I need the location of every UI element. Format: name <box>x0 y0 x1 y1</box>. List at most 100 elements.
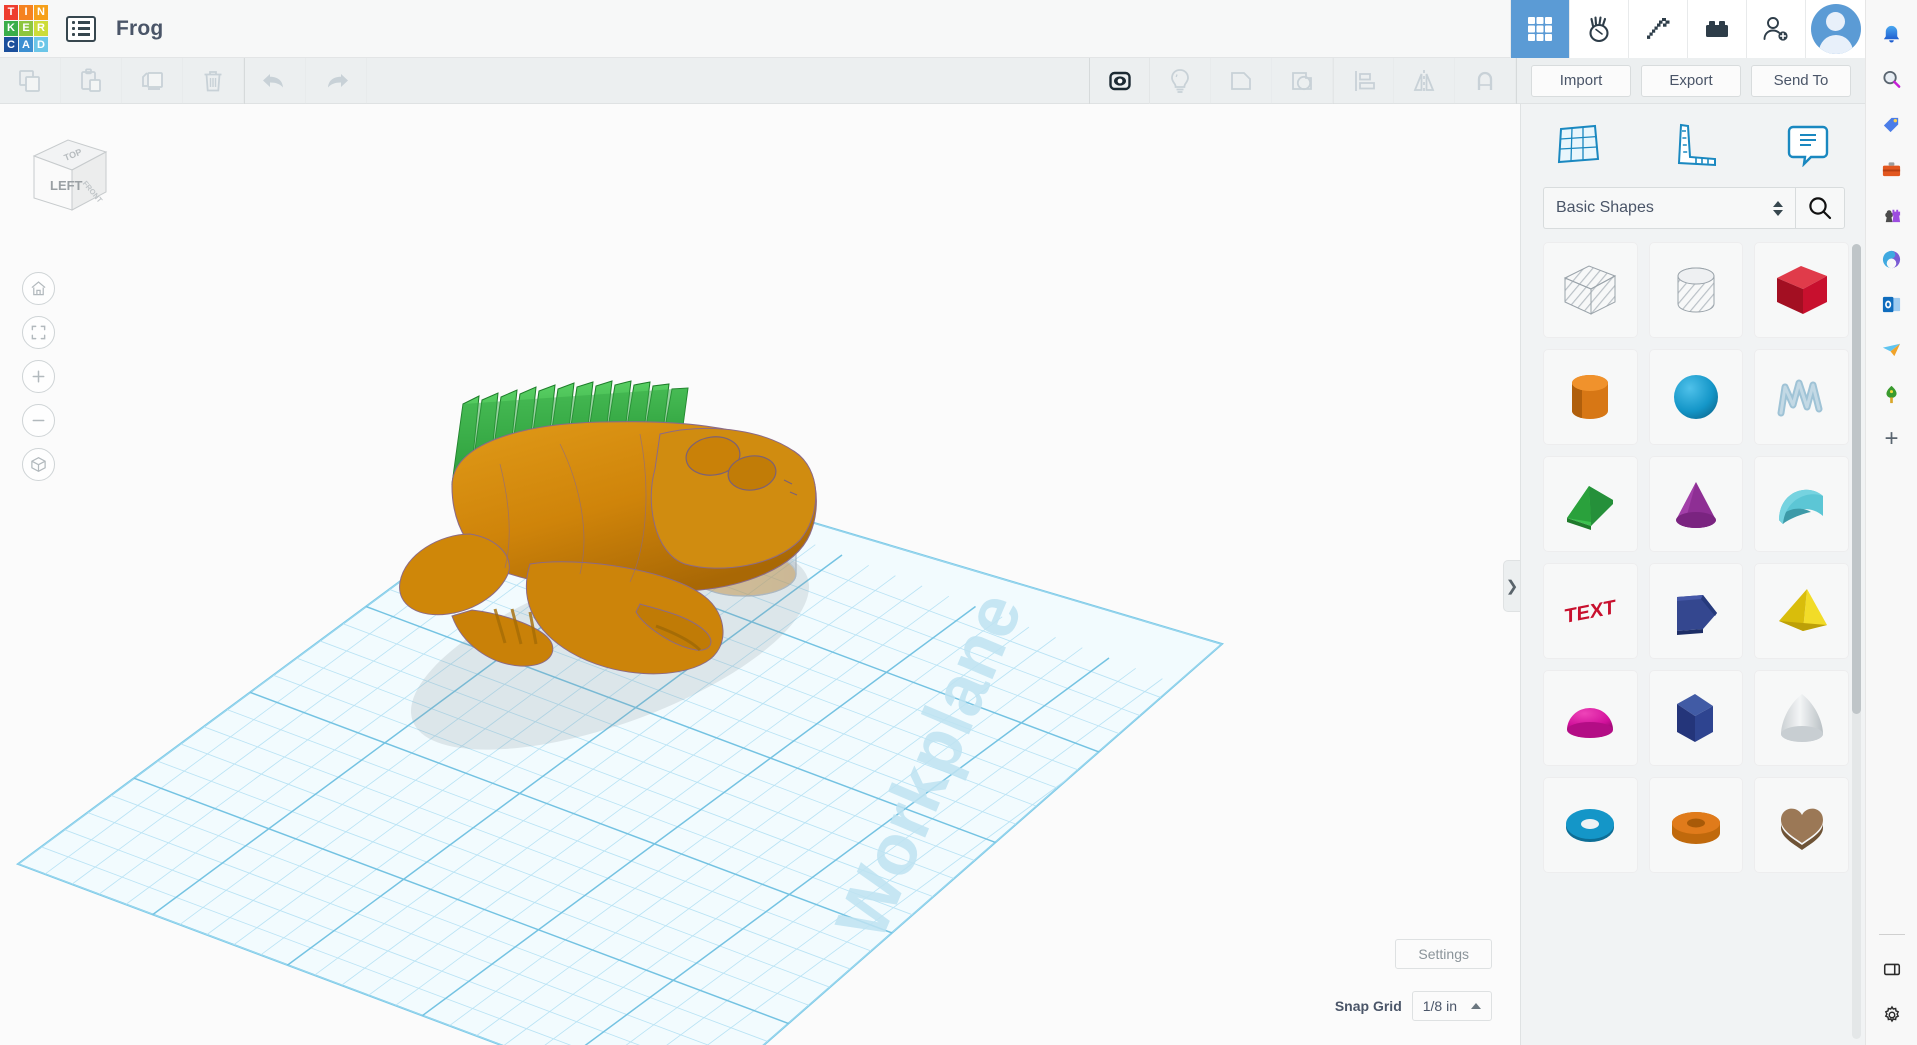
user-avatar[interactable] <box>1805 0 1865 58</box>
shape-scribble[interactable] <box>1754 349 1849 445</box>
3d-viewport[interactable]: Workplane LEFT TOP FRONT Settings Snap G… <box>0 104 1520 1045</box>
shapes-panel: Basic Shapes TEXT <box>1520 104 1865 1045</box>
logo-tile-6: C <box>4 37 18 53</box>
visibility-eye-icon[interactable] <box>1089 57 1150 104</box>
settings-button[interactable]: Settings <box>1395 939 1492 969</box>
tab-shapes-workplane[interactable] <box>1521 104 1636 182</box>
lego-brick-icon[interactable] <box>1687 0 1746 58</box>
logo-tile-7: A <box>19 37 33 53</box>
shape-paraboloid[interactable] <box>1754 670 1849 766</box>
document-title[interactable]: Frog <box>116 17 163 41</box>
tinkercad-logo[interactable]: T I N K E R C A D <box>4 4 48 53</box>
shape-sphere[interactable] <box>1648 349 1744 445</box>
export-button[interactable]: Export <box>1641 64 1741 97</box>
shape-box[interactable] <box>1754 242 1849 338</box>
home-view-button[interactable] <box>22 272 55 305</box>
split-panel-icon[interactable] <box>1872 949 1912 989</box>
ungroup-shapes-icon[interactable] <box>1272 57 1333 104</box>
avatar-image <box>1810 3 1861 54</box>
briefcase-toolbox-icon[interactable] <box>1872 149 1912 189</box>
rail-divider <box>1879 934 1905 935</box>
caret-up-icon <box>1471 1003 1481 1009</box>
edit-toolbar: Import Export Send To <box>0 57 1865 104</box>
zoom-out-button[interactable] <box>22 404 55 437</box>
view-nav-buttons <box>22 272 55 481</box>
view-cube[interactable]: LEFT TOP FRONT <box>18 122 118 222</box>
duplicate-icon[interactable] <box>122 57 183 104</box>
shapes-scrollbar-thumb[interactable] <box>1852 244 1861 714</box>
shape-half-sphere[interactable] <box>1543 670 1638 766</box>
import-button[interactable]: Import <box>1531 64 1631 97</box>
tab-notes[interactable] <box>1750 104 1865 182</box>
add-person-icon[interactable] <box>1746 0 1805 58</box>
microsoft-365-icon[interactable] <box>1872 239 1912 279</box>
rail-bottom-group <box>1866 934 1917 1035</box>
settings-gear-icon[interactable] <box>1872 995 1912 1035</box>
magnet-snap-icon[interactable] <box>1455 57 1516 104</box>
shape-category-row: Basic Shapes <box>1521 182 1865 234</box>
logo-tile-0: T <box>4 4 18 20</box>
shape-search-button[interactable] <box>1795 187 1845 229</box>
notification-bell-icon[interactable] <box>1872 14 1912 54</box>
logo-tile-4: E <box>19 20 33 37</box>
shapes-scroll-area[interactable]: TEXT <box>1521 234 1865 1045</box>
shape-heart[interactable] <box>1754 777 1849 873</box>
shape-category-dropdown[interactable]: Basic Shapes <box>1543 187 1795 229</box>
align-icon[interactable] <box>1333 57 1394 104</box>
shape-cylinder[interactable] <box>1543 349 1638 445</box>
mirror-flip-icon[interactable] <box>1394 57 1455 104</box>
view-cube-front-label: LEFT <box>50 178 83 193</box>
shape-pyramid[interactable] <box>1754 563 1849 659</box>
shape-polygon[interactable] <box>1648 563 1744 659</box>
shape-hexagon-prism[interactable] <box>1648 670 1744 766</box>
outlook-mail-icon[interactable] <box>1872 284 1912 324</box>
shape-roof[interactable] <box>1754 456 1849 552</box>
panel-collapse-handle[interactable]: ❯ <box>1503 560 1520 612</box>
delete-trash-icon[interactable] <box>183 57 244 104</box>
logo-tile-3: K <box>4 20 18 37</box>
paper-plane-icon[interactable] <box>1872 329 1912 369</box>
browser-side-rail: + <box>1865 0 1917 1045</box>
shape-text-label: TEXT <box>1565 596 1617 628</box>
fit-to-view-button[interactable] <box>22 316 55 349</box>
top-header-bar: T I N K E R C A D Frog <box>0 0 1865 58</box>
logo-tile-5: R <box>34 20 48 37</box>
group-shapes-icon[interactable] <box>1211 57 1272 104</box>
shape-torus[interactable] <box>1543 777 1638 873</box>
shape-text[interactable]: TEXT <box>1543 563 1638 659</box>
grid-gallery-icon[interactable] <box>1510 0 1569 58</box>
chess-pieces-icon[interactable] <box>1872 194 1912 234</box>
shape-tube[interactable] <box>1648 777 1744 873</box>
logo-tile-8: D <box>34 37 48 53</box>
shape-box-hole[interactable] <box>1543 242 1638 338</box>
list-menu-icon[interactable] <box>66 15 96 42</box>
logo-tile-2: N <box>34 4 48 20</box>
lightbulb-icon[interactable] <box>1150 57 1211 104</box>
snap-grid-row: Snap Grid 1/8 in <box>1335 991 1492 1021</box>
snap-grid-select[interactable]: 1/8 in <box>1411 991 1492 1021</box>
panel-tabs <box>1521 104 1865 182</box>
copy-icon[interactable] <box>0 57 61 104</box>
header-icon-group <box>1510 0 1865 58</box>
shape-wedge[interactable] <box>1543 456 1638 552</box>
settings-row: Settings <box>1395 939 1492 969</box>
file-actions-group: Import Export Send To <box>1517 64 1865 97</box>
workplane-canvas: Workplane <box>15 380 1225 1045</box>
paste-icon[interactable] <box>61 57 122 104</box>
redo-arrow-icon[interactable] <box>306 57 367 104</box>
undo-arrow-icon[interactable] <box>245 57 306 104</box>
perspective-toggle-button[interactable] <box>22 448 55 481</box>
tree-icon[interactable] <box>1872 374 1912 414</box>
pickaxe-icon[interactable] <box>1628 0 1687 58</box>
logo-tile-1: I <box>19 4 33 20</box>
shape-cone[interactable] <box>1648 456 1744 552</box>
tab-ruler[interactable] <box>1636 104 1751 182</box>
shape-category-value: Basic Shapes <box>1556 199 1654 216</box>
search-icon[interactable] <box>1872 59 1912 99</box>
tag-label-icon[interactable] <box>1872 104 1912 144</box>
add-plus-icon[interactable]: + <box>1872 419 1912 459</box>
shape-cylinder-hole[interactable] <box>1648 242 1744 338</box>
zoom-in-button[interactable] <box>22 360 55 393</box>
send-to-button[interactable]: Send To <box>1751 64 1851 97</box>
creature-blob-icon[interactable] <box>1569 0 1628 58</box>
